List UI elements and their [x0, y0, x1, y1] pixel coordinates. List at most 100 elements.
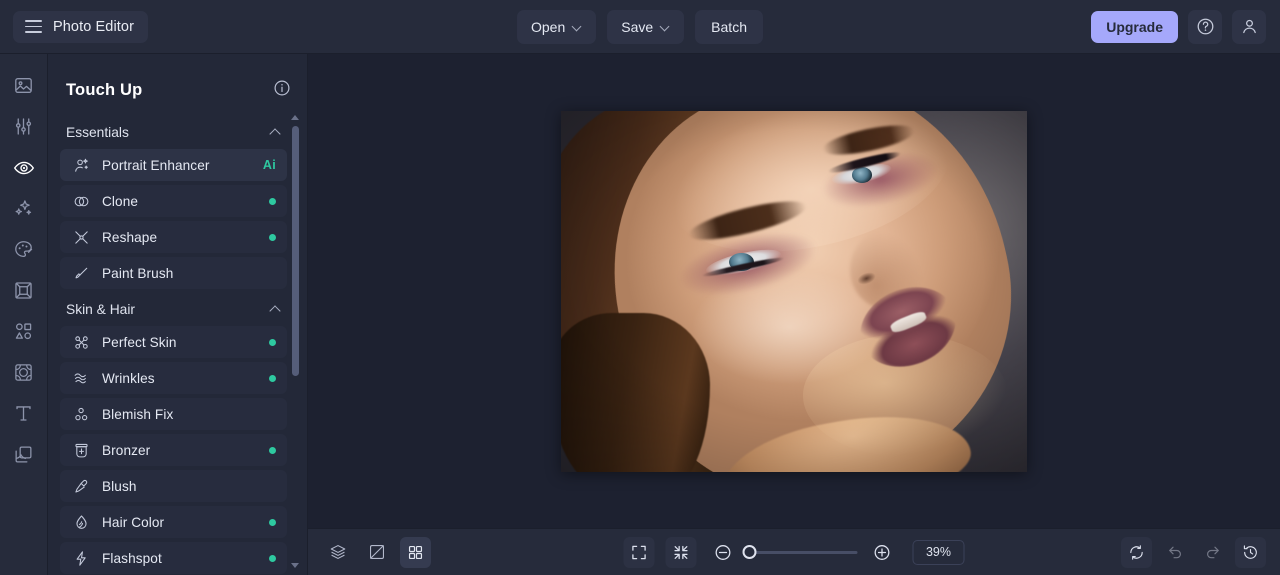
wrinkles-icon — [72, 370, 91, 387]
status-dot — [269, 446, 276, 454]
zoom-out-button[interactable] — [708, 537, 739, 568]
bottom-toolbar: 39% — [308, 528, 1280, 575]
app-title: Photo Editor — [53, 18, 134, 35]
status-dot — [269, 518, 276, 526]
scrollbar-track[interactable] — [291, 126, 299, 557]
rail-item-color[interactable] — [4, 229, 44, 270]
image-icon — [15, 78, 32, 93]
reset-button[interactable] — [1121, 536, 1152, 568]
app-body: Touch Up Essentials Portrait Enhancer Ai… — [0, 54, 1280, 575]
tool-item-perfect-skin[interactable]: Perfect Skin — [60, 326, 287, 358]
zoom-slider-thumb[interactable] — [742, 545, 757, 559]
account-button[interactable] — [1232, 9, 1266, 44]
status-dot — [269, 233, 276, 241]
rail-item-shapes[interactable] — [4, 311, 44, 352]
panel-header: Touch Up — [48, 68, 307, 112]
scroll-up-arrow[interactable] — [290, 112, 301, 123]
group-label: Essentials — [66, 125, 129, 140]
upgrade-button[interactable]: Upgrade — [1091, 10, 1178, 43]
rail-item-frame[interactable] — [4, 270, 44, 311]
tool-item-bronzer[interactable]: Bronzer — [60, 434, 287, 466]
tool-item-blemish-fix[interactable]: Blemish Fix — [60, 398, 287, 430]
rail-item-effects[interactable] — [4, 188, 44, 229]
zoom-slider-track[interactable] — [742, 545, 858, 559]
tool-label: Clone — [102, 193, 139, 209]
save-button-label: Save — [621, 18, 654, 35]
grid-view-button[interactable] — [400, 536, 431, 568]
zoom-out-icon — [715, 544, 731, 560]
fit-to-screen-button[interactable] — [623, 536, 655, 568]
save-button[interactable]: Save — [607, 9, 685, 44]
status-dot — [269, 554, 276, 562]
clone-icon — [72, 193, 91, 210]
tool-item-reshape[interactable]: Reshape — [60, 221, 287, 253]
zoom-level-input[interactable]: 39% — [912, 539, 965, 565]
group-header-skin-hair[interactable]: Skin & Hair — [60, 293, 287, 326]
status-dot — [269, 197, 276, 205]
tool-item-clone[interactable]: Clone — [60, 185, 287, 217]
panel-scrollbar[interactable] — [289, 112, 301, 571]
panel-info-button[interactable] — [273, 79, 291, 102]
question-circle-icon — [1197, 18, 1213, 35]
rail-item-text[interactable] — [4, 393, 44, 434]
compare-split-button[interactable] — [361, 537, 392, 568]
layers-icon — [330, 545, 345, 559]
help-button[interactable] — [1188, 9, 1222, 44]
redo-button[interactable] — [1197, 537, 1228, 568]
undo-button[interactable] — [1159, 537, 1190, 568]
batch-button[interactable]: Batch — [695, 9, 763, 44]
text-icon — [16, 406, 31, 421]
tool-item-flashspot[interactable]: Flashspot — [60, 542, 287, 574]
photo-vignette — [561, 110, 1027, 472]
tool-label: Blemish Fix — [102, 406, 174, 422]
tool-item-wrinkles[interactable]: Wrinkles — [60, 362, 287, 394]
top-header-bar: Photo Editor Open Save Batch Upgrade — [0, 0, 1280, 54]
bottom-left-group — [322, 536, 431, 568]
zoom-controls-group: 39% — [623, 536, 965, 568]
scroll-down-arrow[interactable] — [290, 560, 301, 571]
user-icon — [1242, 19, 1256, 34]
tool-label: Hair Color — [102, 514, 165, 530]
tool-item-paint-brush[interactable]: Paint Brush — [60, 257, 287, 289]
tool-item-blush[interactable]: Blush — [60, 470, 287, 502]
open-button[interactable]: Open — [517, 9, 597, 44]
batch-button-label: Batch — [711, 18, 747, 35]
undo-icon — [1168, 546, 1181, 559]
group-header-essentials[interactable]: Essentials — [60, 116, 287, 149]
panel-title: Touch Up — [66, 80, 143, 99]
rail-item-image[interactable] — [4, 65, 44, 106]
hamburger-icon — [25, 20, 42, 33]
left-tool-rail — [0, 54, 48, 575]
blush-icon — [72, 478, 91, 495]
chevron-up-icon — [270, 304, 281, 315]
history-icon — [1243, 544, 1257, 559]
palette-icon — [15, 241, 33, 257]
sparkles-effects-icon — [15, 200, 32, 215]
tool-label: Wrinkles — [102, 370, 155, 386]
adjust-sliders-icon — [15, 118, 32, 135]
eye-retouch-icon — [13, 161, 34, 174]
tool-label: Reshape — [102, 229, 158, 245]
rail-item-adjust[interactable] — [4, 106, 44, 147]
tool-label: Flashspot — [102, 550, 162, 566]
tool-item-portrait-enhancer[interactable]: Portrait Enhancer Ai — [60, 149, 287, 181]
portrait-photo[interactable] — [561, 110, 1027, 472]
canvas-viewport[interactable] — [308, 54, 1280, 528]
history-button[interactable] — [1235, 536, 1266, 568]
group-label: Skin & Hair — [66, 302, 136, 317]
scrollbar-thumb[interactable] — [291, 126, 299, 376]
tool-item-hair-color[interactable]: Hair Color — [60, 506, 287, 538]
rail-item-texture[interactable] — [4, 352, 44, 393]
blemish-fix-icon — [72, 406, 91, 423]
zoom-in-button[interactable] — [867, 537, 898, 568]
rail-item-touch-up[interactable] — [4, 147, 44, 188]
zoom-slider-row — [708, 537, 898, 568]
app-menu-button[interactable]: Photo Editor — [13, 10, 148, 43]
compare-split-icon — [369, 545, 384, 559]
tool-list-scroll-area[interactable]: Essentials Portrait Enhancer Ai Clone Re… — [48, 112, 307, 575]
shrink-to-fit-button[interactable] — [665, 536, 697, 568]
status-dot — [269, 374, 276, 382]
tool-label: Portrait Enhancer — [102, 157, 210, 173]
layers-button[interactable] — [322, 537, 353, 568]
rail-item-layers[interactable] — [4, 434, 44, 475]
